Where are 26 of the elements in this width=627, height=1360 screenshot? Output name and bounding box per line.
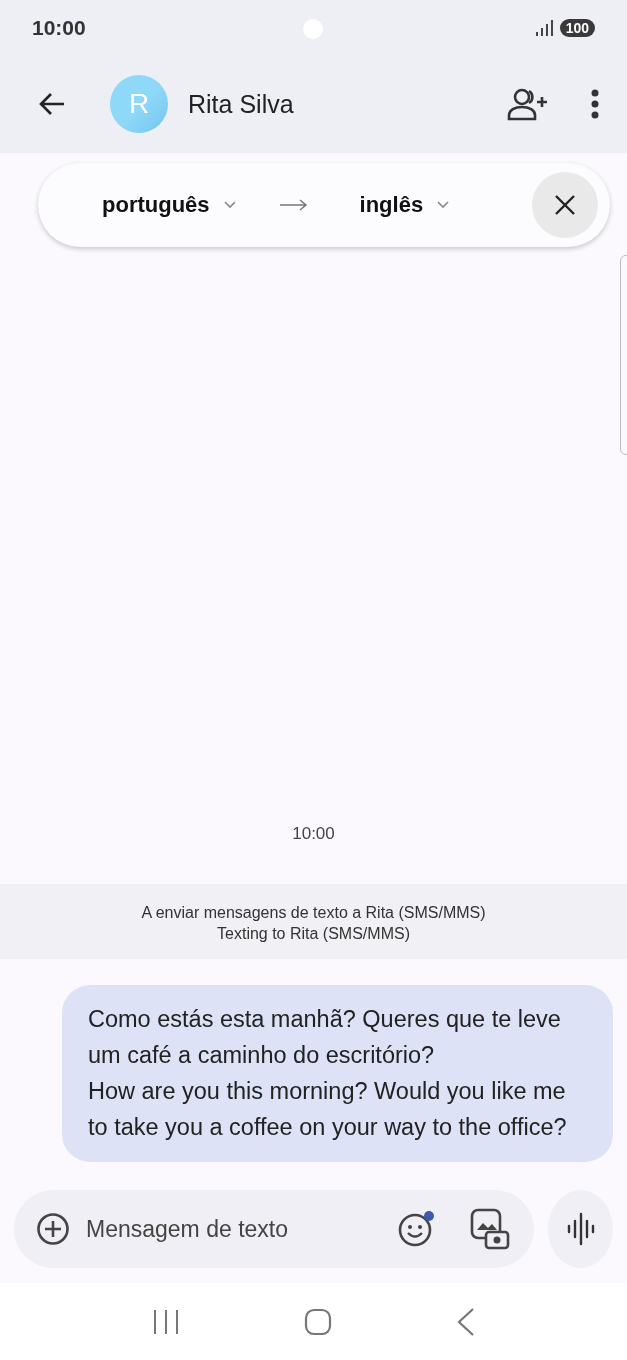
chevron-down-icon xyxy=(223,201,236,209)
info-text: Texting to Rita (SMS/MMS) xyxy=(217,925,410,943)
gallery-camera-icon[interactable] xyxy=(470,1208,510,1250)
home-icon[interactable] xyxy=(303,1307,332,1336)
message-timestamp: 10:00 xyxy=(292,824,335,844)
close-icon xyxy=(554,194,576,216)
target-language-dropdown[interactable]: inglês xyxy=(359,192,450,218)
back-arrow-icon xyxy=(38,92,66,116)
recent-apps-icon[interactable] xyxy=(152,1309,179,1334)
battery-level: 100 xyxy=(559,18,595,37)
more-icon xyxy=(591,89,599,119)
message-bubble: Como estás esta manhã? Queres que te leve um café a caminho do escritório? How are you this morning? Would you like me to take you a coffee on your way to the office? xyxy=(62,985,613,1162)
arrow-icon xyxy=(279,199,308,211)
waveform-icon xyxy=(565,1212,596,1246)
source-language-dropdown[interactable]: português xyxy=(102,192,236,218)
add-icon[interactable] xyxy=(36,1212,70,1246)
message-input[interactable]: Mensagem de texto xyxy=(84,1214,384,1244)
contact-name: Rita Silva xyxy=(188,89,295,119)
back-icon[interactable] xyxy=(456,1306,475,1337)
signal-icon xyxy=(535,19,554,36)
chevron-down-icon xyxy=(437,201,450,209)
close-button[interactable] xyxy=(532,172,598,238)
status-time: 10:00 xyxy=(32,15,86,40)
info-text: A enviar mensagens de texto a Rita (SMS/MMS) xyxy=(141,904,486,922)
emoji-icon[interactable] xyxy=(398,1211,436,1247)
contact-avatar: R xyxy=(110,75,168,133)
